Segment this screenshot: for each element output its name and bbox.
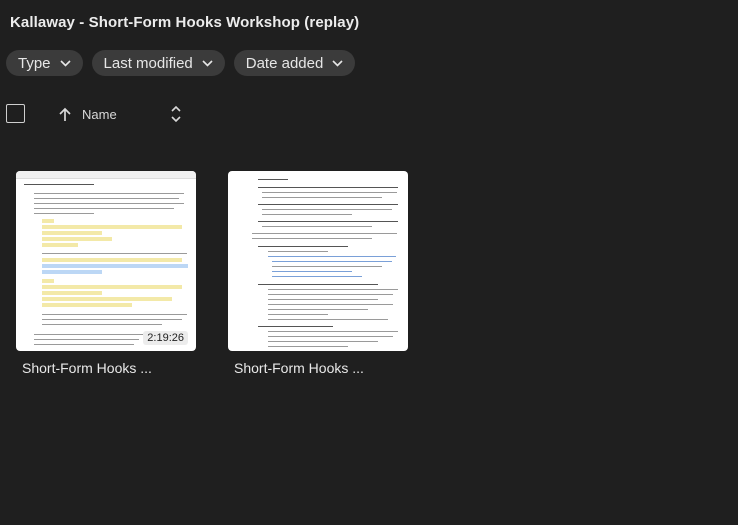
file-title[interactable]: Short-Form Hooks ... [22,360,196,376]
file-thumbnail[interactable]: 2:19:26 [16,171,196,351]
arrow-up-icon[interactable] [58,107,72,122]
name-column-header[interactable]: Name [82,107,117,122]
file-thumbnail[interactable] [228,171,408,351]
file-card[interactable]: 2:19:26 Short-Form Hooks ... [16,171,196,376]
video-duration-badge: 2:19:26 [143,331,188,345]
filter-last-modified-button[interactable]: Last modified [91,50,225,76]
file-card[interactable]: Short-Form Hooks ... [228,171,408,376]
unfold-icon[interactable] [170,105,182,123]
filter-type-button[interactable]: Type [6,50,83,76]
file-title[interactable]: Short-Form Hooks ... [234,360,408,376]
select-all-checkbox[interactable] [6,104,25,123]
filter-date-added-button[interactable]: Date added [233,50,356,76]
list-header: Name [6,103,406,127]
chevron-down-icon [332,59,343,67]
filter-type-label: Type [18,54,51,72]
filter-last-modified-label: Last modified [103,54,193,72]
filter-date-added-label: Date added [245,54,324,72]
chevron-down-icon [59,59,71,67]
chevron-down-icon [202,59,213,67]
page-title: Kallaway - Short-Form Hooks Workshop (re… [10,14,360,31]
filter-bar: Type Last modified Date added [6,50,356,76]
